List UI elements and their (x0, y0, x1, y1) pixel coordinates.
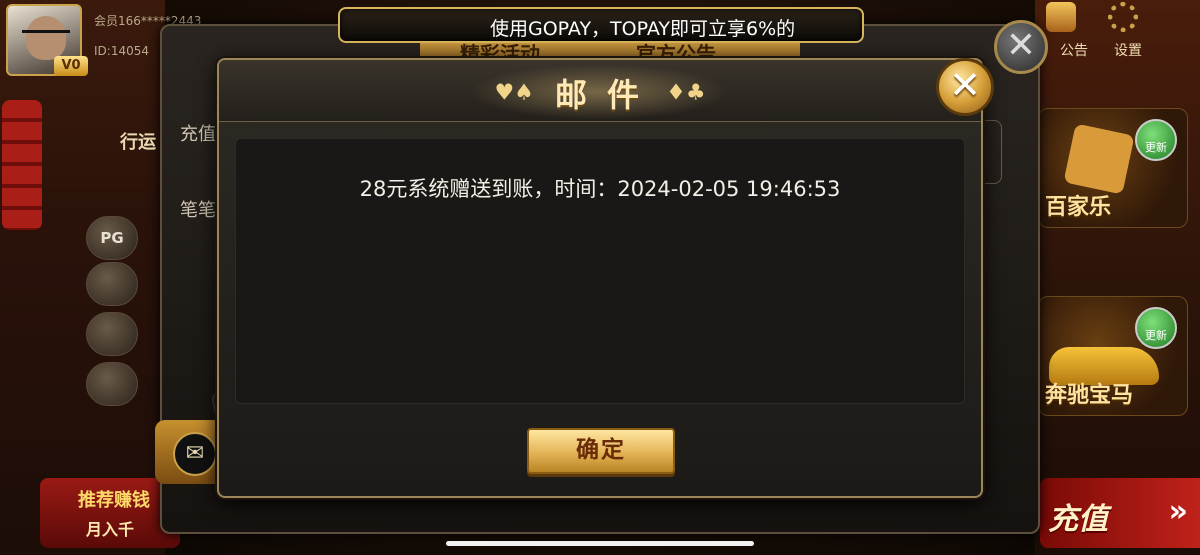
left-rail: V0 PG (0, 0, 165, 555)
promo-banner[interactable]: 推荐赚钱 月入千 (40, 478, 180, 548)
double-chevron-icon: » (1168, 494, 1188, 529)
side-chip-pg[interactable]: PG (86, 216, 138, 260)
suits-right-icon: ♦♣ (666, 80, 706, 106)
suits-left-icon: ♥♠ (494, 80, 534, 106)
mail-content-area: 28元系统赠送到账，时间：2024-02-05 19:46:53 (235, 138, 965, 404)
mail-icon: ✉ (173, 432, 217, 476)
left-tab-text[interactable]: 行运 (120, 128, 156, 154)
confirm-button[interactable]: 确定 (527, 428, 675, 474)
marquee-text: 使用GOPAY，TOPAY即可立享6%的 (490, 18, 796, 40)
mail-dialog-title-row: ♥♠ 邮件 ♦♣ (219, 70, 981, 116)
firecracker-decoration (2, 100, 42, 230)
user-id-label: ID:14054 (94, 44, 149, 58)
game-tile-benz-bmw[interactable]: 更新 奔驰宝马 (1038, 296, 1188, 416)
promo-line-1: 推荐赚钱 (78, 490, 150, 511)
side-chip-pg-label: PG (100, 229, 124, 247)
update-badge-2: 更新 (1135, 307, 1177, 349)
panel-row-recharge: 充值 (180, 124, 216, 145)
mail-dialog-title: 邮件 (554, 76, 659, 114)
right-rail: 更新 百家乐 更新 奔驰宝马 充值 » (1035, 0, 1200, 555)
mail-dialog: ♥♠ 邮件 ♦♣ 28元系统赠送到账，时间：2024-02-05 19:46:5… (217, 58, 983, 498)
avatar-glasses (22, 30, 70, 38)
recharge-button[interactable]: 充值 » (1040, 478, 1200, 548)
mail-message: 28元系统赠送到账，时间：2024-02-05 19:46:53 (359, 177, 841, 201)
recharge-label: 充值 (1048, 502, 1108, 537)
side-chip-game-2[interactable] (86, 262, 138, 306)
vip-badge: V0 (54, 56, 88, 76)
game-tile-benz-label: 奔驰宝马 (1045, 383, 1134, 408)
panel-close-icon[interactable]: ✕ (994, 20, 1048, 74)
announcement-marquee: 使用GOPAY，TOPAY即可立享6%的 (338, 7, 864, 43)
avatar-face (26, 16, 66, 60)
chest-icon[interactable] (1046, 2, 1076, 32)
settings-button-label[interactable]: 设置 (1114, 40, 1142, 60)
avatar[interactable]: V0 (6, 4, 88, 76)
side-chip-game-3[interactable] (86, 312, 138, 356)
panel-row-each: 笔笔 (180, 200, 216, 221)
close-icon[interactable]: ✕ (936, 58, 994, 116)
home-indicator[interactable] (446, 541, 754, 546)
side-chip-game-4[interactable] (86, 362, 138, 406)
promo-line-2: 月入千 (86, 520, 135, 539)
mail-dialog-header: ♥♠ 邮件 ♦♣ (219, 60, 981, 122)
gear-icon[interactable] (1108, 2, 1138, 32)
game-tile-baccarat[interactable]: 更新 百家乐 (1038, 108, 1188, 228)
dice-icon (1063, 123, 1135, 195)
game-lobby-screen: V0 PG 会员166*****2443 ID:14054 推荐赚钱 月入千 更… (0, 0, 1200, 555)
game-tile-baccarat-label: 百家乐 (1045, 195, 1112, 220)
update-badge: 更新 (1135, 119, 1177, 161)
notice-button-label[interactable]: 公告 (1060, 40, 1088, 60)
